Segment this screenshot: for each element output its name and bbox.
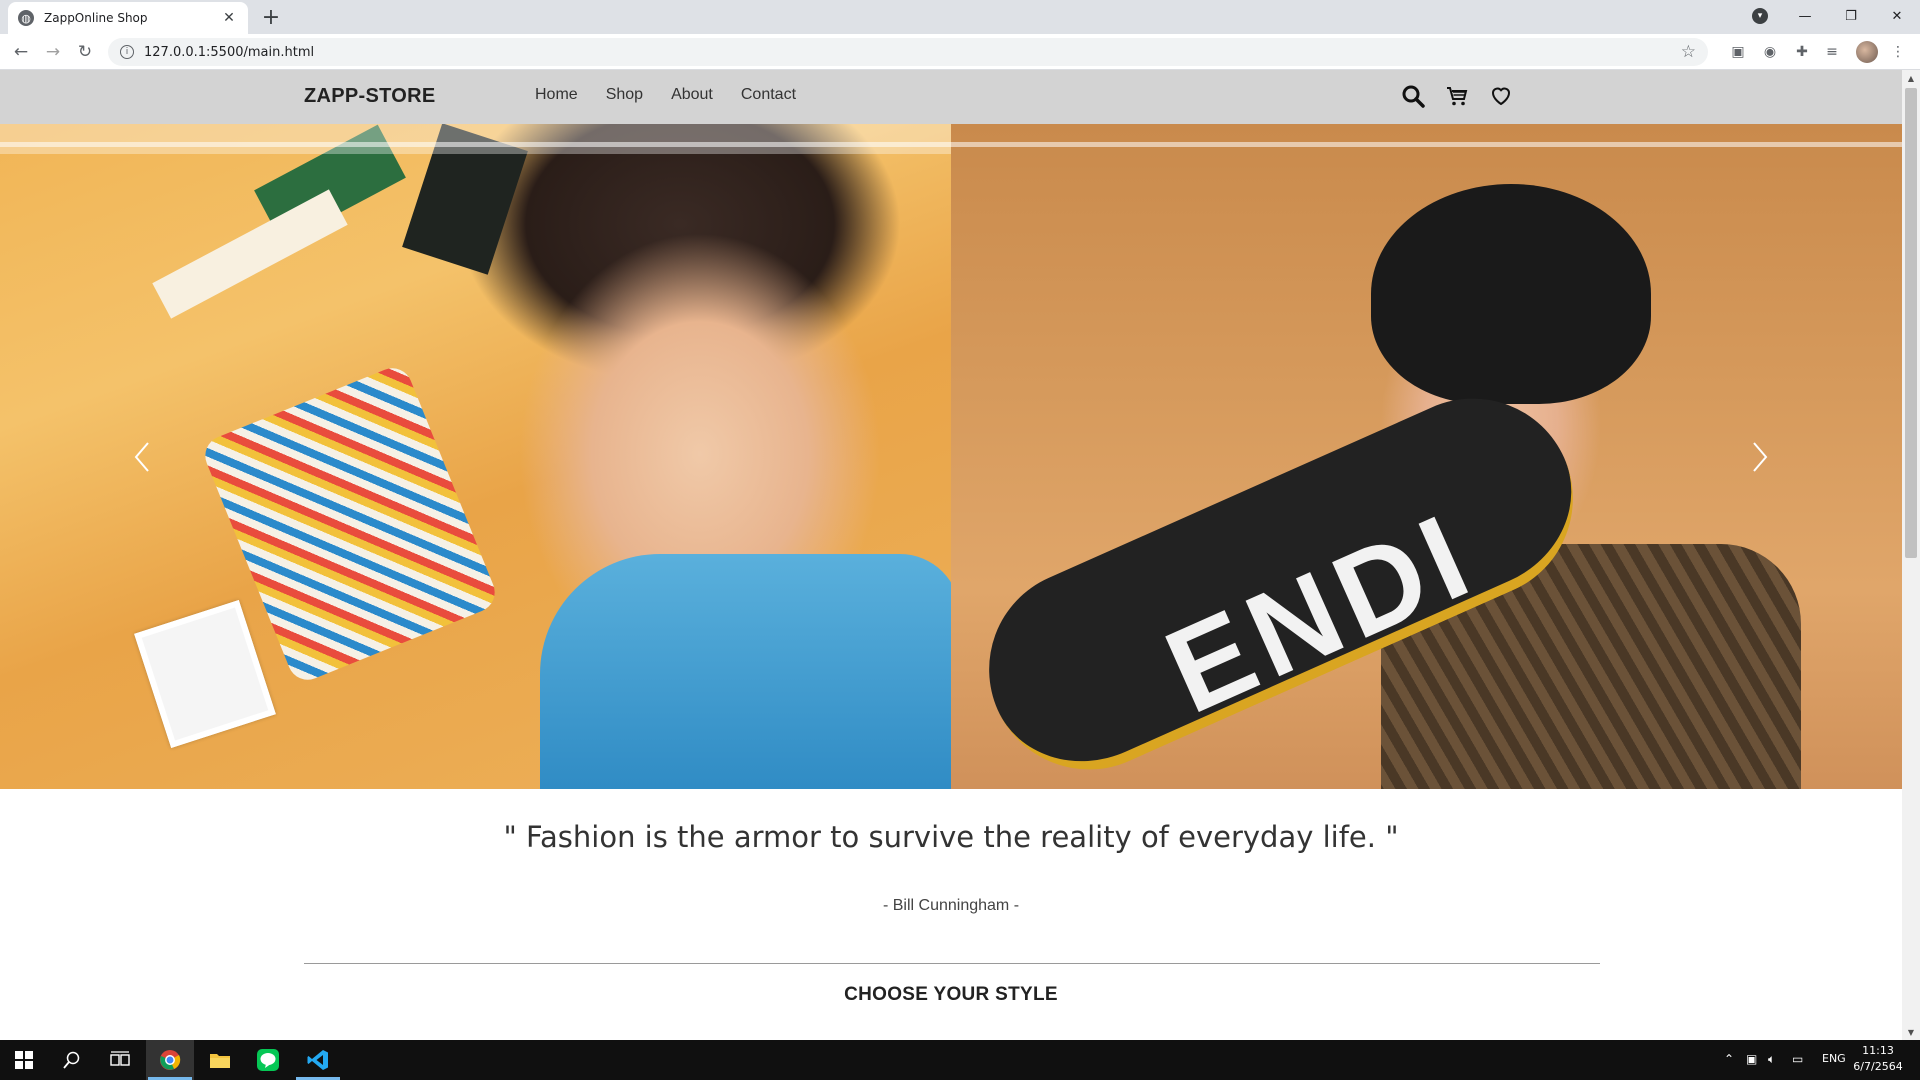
windows-taskbar: ⌃ ▣ 🔈︎ ▭ ENG 11:13 6/7/2564 xyxy=(0,1040,1920,1080)
globe-icon: ◍ xyxy=(18,10,34,26)
bookmark-star-icon[interactable]: ☆ xyxy=(1681,42,1696,62)
vscode-taskbar-icon[interactable] xyxy=(294,1040,342,1080)
forward-icon[interactable]: → xyxy=(40,39,66,65)
hero-carousel: ENDI xyxy=(0,124,1902,789)
nav-home[interactable]: Home xyxy=(535,86,578,104)
chrome-taskbar-icon[interactable] xyxy=(146,1040,194,1080)
carousel-next-icon[interactable] xyxy=(1740,432,1780,482)
tab-close-button[interactable]: ✕ xyxy=(220,10,238,26)
browser-toolbar: ← → ↻ i 127.0.0.1:5500/main.html ☆ ▣ ◉ ✚… xyxy=(0,34,1920,70)
address-bar[interactable]: i 127.0.0.1:5500/main.html ☆ xyxy=(108,38,1708,66)
menu-kebab-icon[interactable]: ⋮ xyxy=(1888,42,1908,62)
site-header: ZAPP-STORE Home Shop About Contact xyxy=(0,70,1902,124)
main-nav: Home Shop About Contact xyxy=(535,86,796,104)
minimize-button[interactable]: — xyxy=(1782,0,1828,32)
quote-text: " Fashion is the armor to survive the re… xyxy=(503,820,1399,854)
tab-search-icon[interactable]: ▾ xyxy=(1752,8,1768,24)
task-view-icon[interactable] xyxy=(96,1040,144,1080)
browser-tabbar: ◍ ZappOnline Shop ✕ + ▾ — ❐ ✕ xyxy=(0,0,1920,34)
network-icon[interactable]: ▭ xyxy=(1792,1052,1803,1066)
site-logo[interactable]: ZAPP-STORE xyxy=(304,85,436,108)
tab-title: ZappOnline Shop xyxy=(44,11,148,25)
section-title: CHOOSE YOUR STYLE xyxy=(844,984,1058,1005)
tray-overflow-icon[interactable]: ⌃ xyxy=(1724,1052,1734,1066)
nav-about[interactable]: About xyxy=(671,86,713,104)
profile-avatar[interactable] xyxy=(1856,41,1878,63)
volume-icon[interactable]: 🔈︎ xyxy=(1768,1052,1775,1067)
image-extension-icon[interactable]: ▣ xyxy=(1728,42,1748,62)
browser-tab[interactable]: ◍ ZappOnline Shop ✕ xyxy=(8,2,248,34)
section-divider xyxy=(304,963,1600,964)
nav-contact[interactable]: Contact xyxy=(741,86,796,104)
extensions-puzzle-icon[interactable]: ✚ xyxy=(1792,42,1812,62)
cart-icon[interactable] xyxy=(1444,83,1470,109)
language-indicator[interactable]: ENG xyxy=(1822,1052,1846,1065)
restore-button[interactable]: ❐ xyxy=(1828,0,1874,32)
clock-time: 11:13 xyxy=(1862,1044,1894,1057)
windows-start-icon[interactable] xyxy=(0,1040,48,1080)
clock-date: 6/7/2564 xyxy=(1853,1060,1903,1073)
new-tab-button[interactable]: + xyxy=(258,4,284,30)
search-icon[interactable] xyxy=(1400,83,1426,109)
heart-icon[interactable] xyxy=(1488,83,1514,109)
taskbar-clock[interactable]: 11:13 6/7/2564 xyxy=(1848,1043,1908,1075)
info-icon[interactable]: i xyxy=(120,45,134,59)
reload-icon[interactable]: ↻ xyxy=(72,39,98,65)
scrollbar-thumb[interactable] xyxy=(1905,88,1917,558)
carousel-prev-icon[interactable] xyxy=(122,432,162,482)
scroll-up-icon[interactable]: ▲ xyxy=(1902,70,1920,86)
file-explorer-icon[interactable] xyxy=(196,1040,244,1080)
search-taskbar-icon[interactable] xyxy=(48,1040,96,1080)
back-icon[interactable]: ← xyxy=(8,39,34,65)
reading-list-icon[interactable]: ≡ xyxy=(1822,42,1842,62)
close-window-button[interactable]: ✕ xyxy=(1874,0,1920,32)
page-scrollbar[interactable]: ▲ ▼ xyxy=(1902,70,1920,1040)
vpn-extension-icon[interactable]: ◉ xyxy=(1760,42,1780,62)
scroll-down-icon[interactable]: ▼ xyxy=(1902,1024,1920,1040)
line-app-icon[interactable] xyxy=(244,1040,292,1080)
tray-security-icon[interactable]: ▣ xyxy=(1746,1052,1757,1066)
url-text[interactable]: 127.0.0.1:5500/main.html xyxy=(144,45,314,60)
quote-author: - Bill Cunningham - xyxy=(882,897,1020,914)
nav-shop[interactable]: Shop xyxy=(606,86,643,104)
